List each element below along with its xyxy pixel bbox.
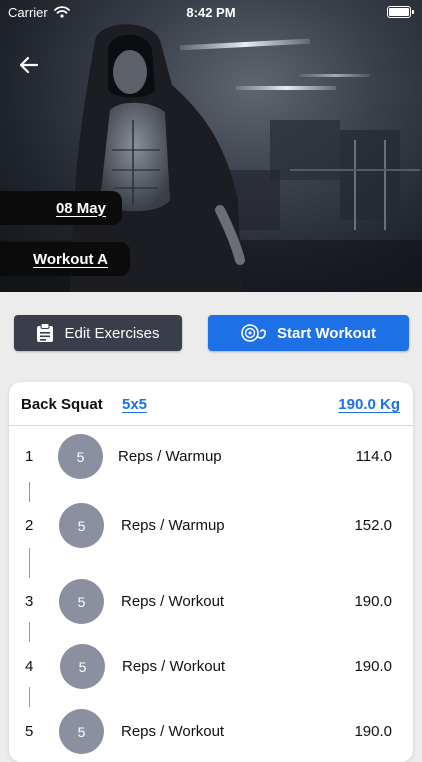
reps-circle[interactable]: 5 (59, 709, 104, 754)
set-scheme-link[interactable]: 5x5 (122, 396, 147, 413)
set-weight-value: 152.0 (354, 517, 392, 534)
workout-tag[interactable]: Workout A (0, 242, 130, 276)
set-type-label: Reps / Workout (122, 658, 226, 675)
edit-exercises-button[interactable]: Edit Exercises (14, 315, 182, 351)
battery-icon (387, 6, 414, 18)
wifi-icon (53, 6, 70, 18)
set-row[interactable]: 1 5 Reps / Warmup 114.0 (9, 434, 413, 480)
edit-exercises-label: Edit Exercises (64, 324, 160, 342)
status-bar: Carrier 8:42 PM (0, 0, 422, 24)
set-number: 3 (25, 593, 34, 610)
set-number: 2 (25, 517, 34, 534)
set-weight-value: 190.0 (354, 593, 392, 610)
set-row[interactable]: 2 5 Reps / Warmup 152.0 (9, 503, 413, 549)
set-row[interactable]: 5 5 Reps / Workout 190.0 (9, 709, 413, 755)
start-workout-label: Start Workout (277, 324, 376, 342)
workout-name-label: Workout A (33, 250, 108, 268)
set-weight-value: 114.0 (355, 448, 392, 465)
reps-circle[interactable]: 5 (60, 644, 105, 689)
exercise-header: Back Squat 5x5 190.0 Kg (9, 382, 413, 426)
set-connector (29, 482, 30, 502)
reps-circle[interactable]: 5 (59, 579, 104, 624)
set-number: 4 (25, 658, 34, 675)
reps-circle[interactable]: 5 (58, 434, 103, 479)
date-label: 08 May (55, 199, 106, 217)
set-row[interactable]: 3 5 Reps / Workout 190.0 (9, 579, 413, 625)
working-weight-link[interactable]: 190.0 Kg (338, 396, 400, 413)
carrier-label: Carrier (8, 4, 48, 20)
set-type-label: Reps / Warmup (118, 448, 222, 465)
set-connector (29, 548, 30, 578)
exercise-card: Back Squat 5x5 190.0 Kg 1 5 Reps / Warmu… (9, 382, 413, 762)
set-weight-value: 190.0 (354, 723, 392, 740)
set-number: 1 (25, 448, 34, 465)
set-row[interactable]: 4 5 Reps / Workout 190.0 (9, 644, 413, 690)
set-type-label: Reps / Workout (121, 723, 225, 740)
set-type-label: Reps / Workout (121, 593, 225, 610)
reps-circle[interactable]: 5 (59, 503, 104, 548)
hero-image: 08 May Workout A (0, 0, 422, 292)
exercise-name: Back Squat (21, 396, 103, 413)
set-weight-value: 190.0 (354, 658, 392, 675)
set-connector (29, 687, 30, 707)
set-type-label: Reps / Warmup (121, 517, 225, 534)
back-button[interactable] (14, 50, 44, 80)
start-workout-button[interactable]: Start Workout (208, 315, 409, 351)
set-connector (29, 622, 30, 642)
date-tag[interactable]: 08 May (0, 191, 122, 225)
clipboard-icon (37, 323, 54, 342)
back-arrow-icon (19, 56, 39, 74)
weight-plate-icon (241, 324, 267, 342)
set-number: 5 (25, 723, 34, 740)
